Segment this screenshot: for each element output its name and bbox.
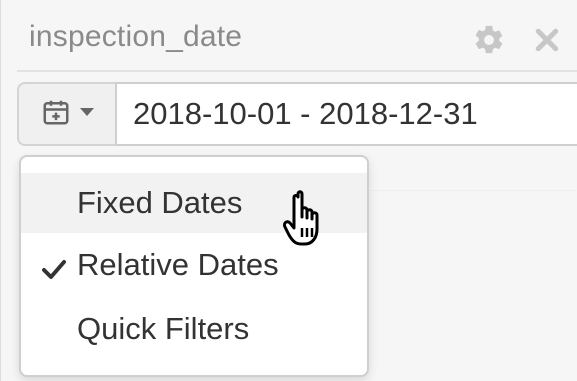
calendar-icon bbox=[41, 97, 71, 132]
close-icon[interactable] bbox=[529, 22, 565, 58]
menu-item-label: Fixed Dates bbox=[77, 185, 243, 220]
check-icon bbox=[41, 253, 67, 279]
hand-cursor-icon bbox=[281, 188, 337, 250]
filter-header: inspection_date bbox=[1, 0, 577, 76]
filter-panel: inspection_date 2018-10-01 - 2018-12-31 … bbox=[0, 0, 577, 381]
caret-down-icon bbox=[79, 105, 95, 123]
date-type-button[interactable] bbox=[17, 82, 117, 146]
header-divider bbox=[17, 70, 577, 72]
menu-item-label: Relative Dates bbox=[77, 247, 279, 282]
menu-item-quick-filters[interactable]: Quick Filters bbox=[21, 299, 367, 359]
chart-gridline bbox=[371, 190, 577, 192]
menu-item-label: Quick Filters bbox=[77, 311, 250, 346]
gear-icon[interactable] bbox=[471, 22, 507, 58]
filter-title: inspection_date bbox=[29, 20, 243, 53]
date-range-input[interactable]: 2018-10-01 - 2018-12-31 bbox=[115, 82, 577, 146]
